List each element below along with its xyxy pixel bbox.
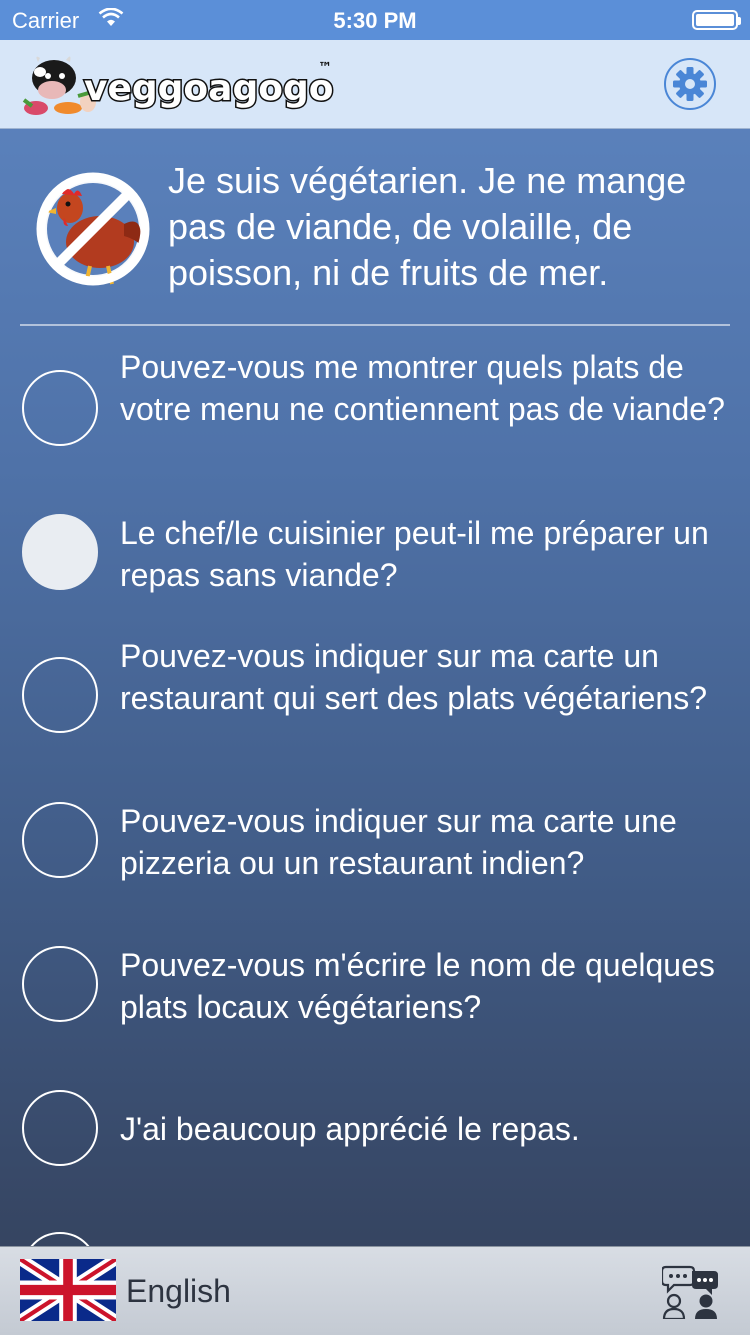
phrase-text: Pouvez-vous me montrer quels plats de vo…	[120, 349, 725, 427]
phrase-item[interactable]: Le chef/le cuisinier peut-il me préparer…	[0, 512, 750, 602]
status-bar: Carrier 5:30 PM	[0, 0, 750, 40]
navigation-bar: veggoagogo ™	[0, 40, 750, 129]
phrase-item[interactable]: Pouvez-vous m'écrire le nom de quelques …	[0, 944, 750, 1034]
gear-icon	[673, 67, 707, 101]
radio-button-selected[interactable]	[22, 514, 98, 590]
phrase-item[interactable]: J'ai beaucoup apprécié le repas.	[0, 1088, 750, 1168]
app-name: veggoagogo	[84, 68, 333, 109]
language-bar: English	[0, 1246, 750, 1335]
radio-button[interactable]	[22, 657, 98, 733]
trademark-symbol: ™	[318, 60, 332, 76]
diet-statement: Je suis végétarien. Je ne mange pas de v…	[0, 128, 750, 326]
diet-statement-text: Je suis végétarien. Je ne mange pas de v…	[168, 160, 687, 293]
uk-flag-icon[interactable]	[20, 1259, 116, 1321]
phrase-text: Le chef/le cuisinier peut-il me préparer…	[120, 515, 709, 593]
no-poultry-icon	[36, 172, 150, 286]
radio-button[interactable]	[22, 1090, 98, 1166]
app-logo: veggoagogo ™	[22, 56, 335, 115]
phrase-item[interactable]: Pouvez-vous me montrer quels plats de vo…	[0, 346, 750, 476]
radio-button[interactable]	[22, 946, 98, 1022]
conversation-icon[interactable]	[662, 1263, 720, 1319]
clock: 5:30 PM	[333, 8, 417, 33]
phrase-text: Pouvez-vous indiquer sur ma carte un res…	[120, 638, 707, 716]
radio-button[interactable]	[22, 802, 98, 878]
phrase-text: Pouvez-vous indiquer sur ma carte une pi…	[120, 803, 677, 881]
radio-button[interactable]	[22, 370, 98, 446]
phrase-item[interactable]: Pouvez-vous indiquer sur ma carte une pi…	[0, 800, 750, 890]
phrase-item[interactable]: Pouvez-vous indiquer sur ma carte un res…	[0, 635, 750, 765]
phrase-text: J'ai beaucoup apprécié le repas.	[120, 1111, 580, 1147]
divider	[20, 324, 730, 326]
battery-icon	[692, 10, 741, 30]
phrase-text: Pouvez-vous m'écrire le nom de quelques …	[120, 947, 715, 1025]
settings-button[interactable]	[664, 58, 716, 110]
language-label[interactable]: English	[126, 1273, 231, 1310]
